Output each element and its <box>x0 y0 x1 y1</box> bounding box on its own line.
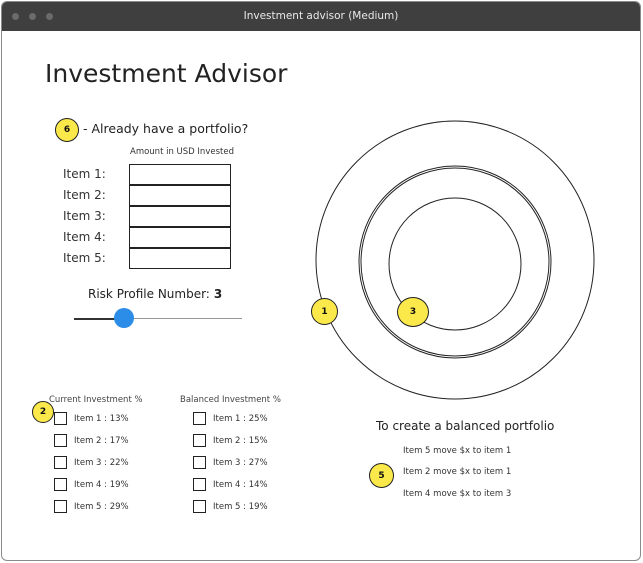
balanced-item-4-label: Item 4 : 14% <box>213 480 268 490</box>
middle-ring-outer <box>358 165 552 359</box>
current-item-3-checkbox[interactable] <box>54 456 67 469</box>
balanced-item-2-checkbox[interactable] <box>193 434 206 447</box>
balanced-item-3-label: Item 3 : 27% <box>213 458 268 468</box>
current-investment-header: Current Investment % <box>49 395 143 405</box>
annotation-badge-1: 1 <box>311 298 338 325</box>
balanced-item-4-checkbox[interactable] <box>193 478 206 491</box>
current-item-5-checkbox[interactable] <box>54 500 67 513</box>
current-item-4-label: Item 4 : 19% <box>74 480 129 490</box>
rebalance-instruction-1: Item 5 move $x to item 1 <box>403 446 512 456</box>
balanced-item-5-label: Item 5 : 19% <box>213 502 268 512</box>
portfolio-ring-chart <box>315 120 595 400</box>
balanced-item-2-label: Item 2 : 15% <box>213 436 268 446</box>
balanced-investment-header: Balanced Investment % <box>180 395 281 405</box>
current-item-1-label: Item 1 : 13% <box>74 414 129 424</box>
current-item-3-label: Item 3 : 22% <box>74 458 129 468</box>
balanced-item-3-checkbox[interactable] <box>193 456 206 469</box>
current-item-2-label: Item 2 : 17% <box>74 436 129 446</box>
rebalance-title: To create a balanced portfolio <box>376 419 555 433</box>
current-item-5-label: Item 5 : 29% <box>74 502 129 512</box>
balanced-item-1-label: Item 1 : 25% <box>213 414 268 424</box>
outer-ring[interactable] <box>315 120 595 400</box>
current-item-1-checkbox[interactable] <box>54 412 67 425</box>
current-item-4-checkbox[interactable] <box>54 478 67 491</box>
current-item-2-checkbox[interactable] <box>54 434 67 447</box>
rebalance-instruction-2: Item 2 move $x to item 1 <box>403 467 512 477</box>
balanced-item-1-checkbox[interactable] <box>193 412 206 425</box>
annotation-badge-5: 5 <box>369 463 394 488</box>
annotation-badge-3: 3 <box>397 297 429 327</box>
rebalance-instruction-3: Item 4 move $x to item 3 <box>403 489 512 499</box>
balanced-item-5-checkbox[interactable] <box>193 500 206 513</box>
